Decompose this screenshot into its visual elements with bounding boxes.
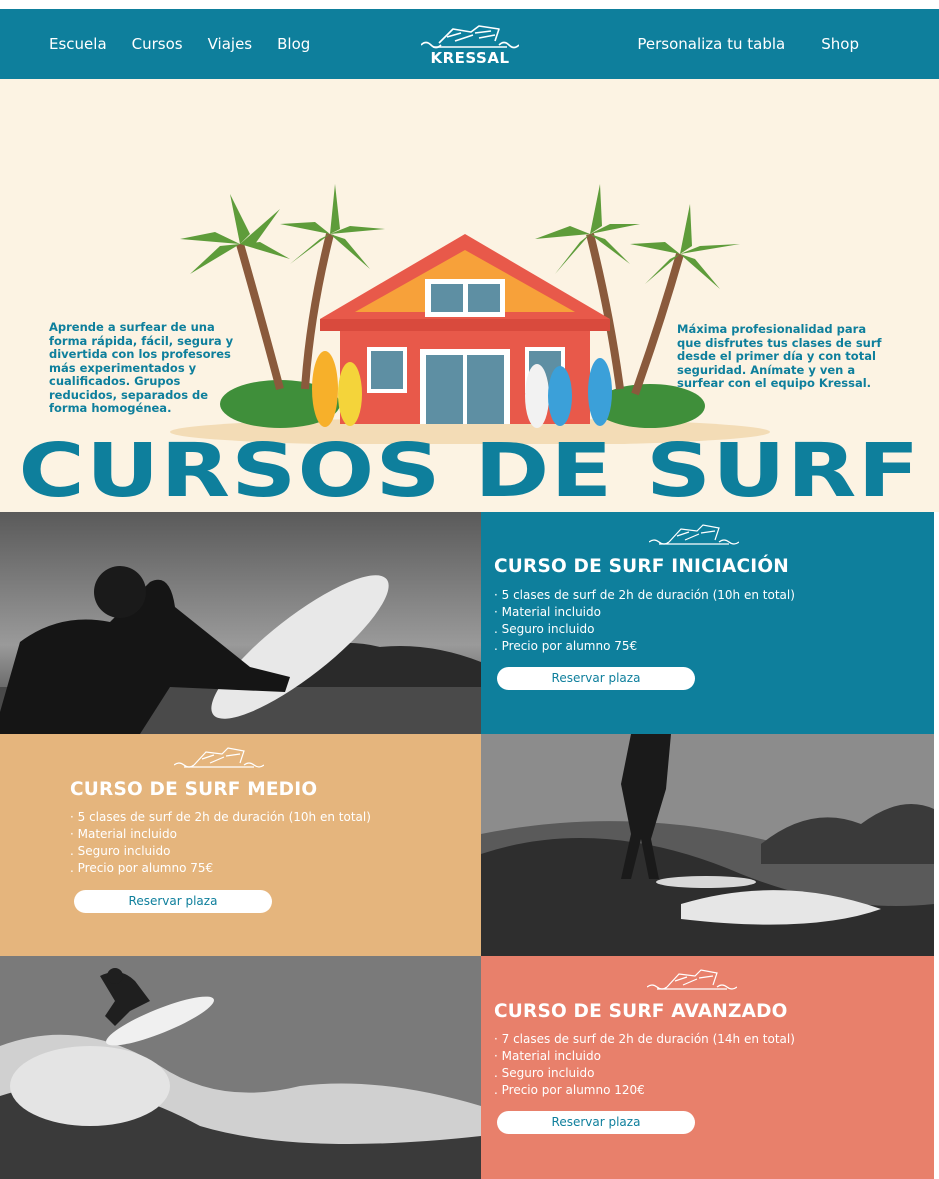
course-title-avanzado: CURSO DE SURF AVANZADO: [494, 1001, 788, 1022]
feature-item: . Seguro incluido: [70, 844, 171, 858]
feature-item: . Precio por alumno 75€: [494, 639, 638, 653]
surf-house-illustration: [170, 184, 770, 444]
logo-house-waves-icon: [420, 25, 520, 49]
surfer-aerial-image: [0, 956, 481, 1179]
course-card-iniciacion: CURSO DE SURF INICIACIÓN · 5 clases de s…: [481, 512, 934, 734]
course-card-medio: CURSO DE SURF MEDIO · 5 clases de surf d…: [0, 734, 481, 956]
surfer-paddling-photo: [0, 512, 481, 734]
feature-item: . Precio por alumno 75€: [70, 861, 214, 875]
mini-logo-icon: [647, 969, 737, 990]
nav-right-group: Personaliza tu tabla Shop: [637, 9, 859, 79]
kressal-logo[interactable]: KRESSAL: [420, 23, 520, 69]
nav-item-blog[interactable]: Blog: [277, 35, 310, 53]
feature-item: · Material incluido: [494, 605, 601, 619]
feature-item: . Seguro incluido: [494, 622, 595, 636]
nav-item-shop[interactable]: Shop: [821, 35, 859, 53]
reservar-button-avanzado[interactable]: Reservar plaza: [497, 1111, 695, 1134]
nav-left-group: Escuela Cursos Viajes Blog: [49, 9, 310, 79]
surfer-riding-wave-image: [481, 734, 934, 956]
surfer-aerial-photo: [0, 956, 481, 1179]
reservar-button-medio[interactable]: Reservar plaza: [74, 890, 272, 913]
feature-item: · Material incluido: [494, 1049, 601, 1063]
nav-item-viajes[interactable]: Viajes: [208, 35, 253, 53]
page-title: CURSOS DE SURF: [18, 428, 921, 514]
feature-item: · 7 clases de surf de 2h de duración (14…: [494, 1032, 795, 1046]
nav-item-cursos[interactable]: Cursos: [132, 35, 183, 53]
hero-right-text: Máxima profesionalidad para que disfrute…: [677, 322, 882, 390]
mini-logo-icon: [649, 524, 739, 545]
course-card-avanzado: CURSO DE SURF AVANZADO · 7 clases de sur…: [481, 956, 934, 1179]
course-features-medio: · 5 clases de surf de 2h de duración (10…: [70, 809, 371, 877]
nav-item-escuela[interactable]: Escuela: [49, 35, 107, 53]
surfer-paddling-image: [0, 512, 481, 734]
top-navigation: Escuela Cursos Viajes Blog KRESSAL Perso…: [0, 9, 939, 79]
logo-wordmark: KRESSAL: [430, 49, 510, 67]
feature-item: · 5 clases de surf de 2h de duración (10…: [70, 810, 371, 824]
course-features-avanzado: · 7 clases de surf de 2h de duración (14…: [494, 1031, 795, 1099]
feature-item: . Precio por alumno 120€: [494, 1083, 645, 1097]
nav-item-personaliza[interactable]: Personaliza tu tabla: [637, 35, 785, 53]
reservar-button-iniciacion[interactable]: Reservar plaza: [497, 667, 695, 690]
mini-logo-icon: [174, 747, 264, 768]
course-title-iniciacion: CURSO DE SURF INICIACIÓN: [494, 556, 789, 577]
feature-item: . Seguro incluido: [494, 1066, 595, 1080]
surfer-riding-wave-photo: [481, 734, 934, 956]
hero-section: Aprende a surfear de una forma rápida, f…: [0, 79, 939, 512]
course-features-iniciacion: · 5 clases de surf de 2h de duración (10…: [494, 587, 795, 655]
feature-item: · 5 clases de surf de 2h de duración (10…: [494, 588, 795, 602]
course-title-medio: CURSO DE SURF MEDIO: [70, 779, 318, 800]
feature-item: · Material incluido: [70, 827, 177, 841]
